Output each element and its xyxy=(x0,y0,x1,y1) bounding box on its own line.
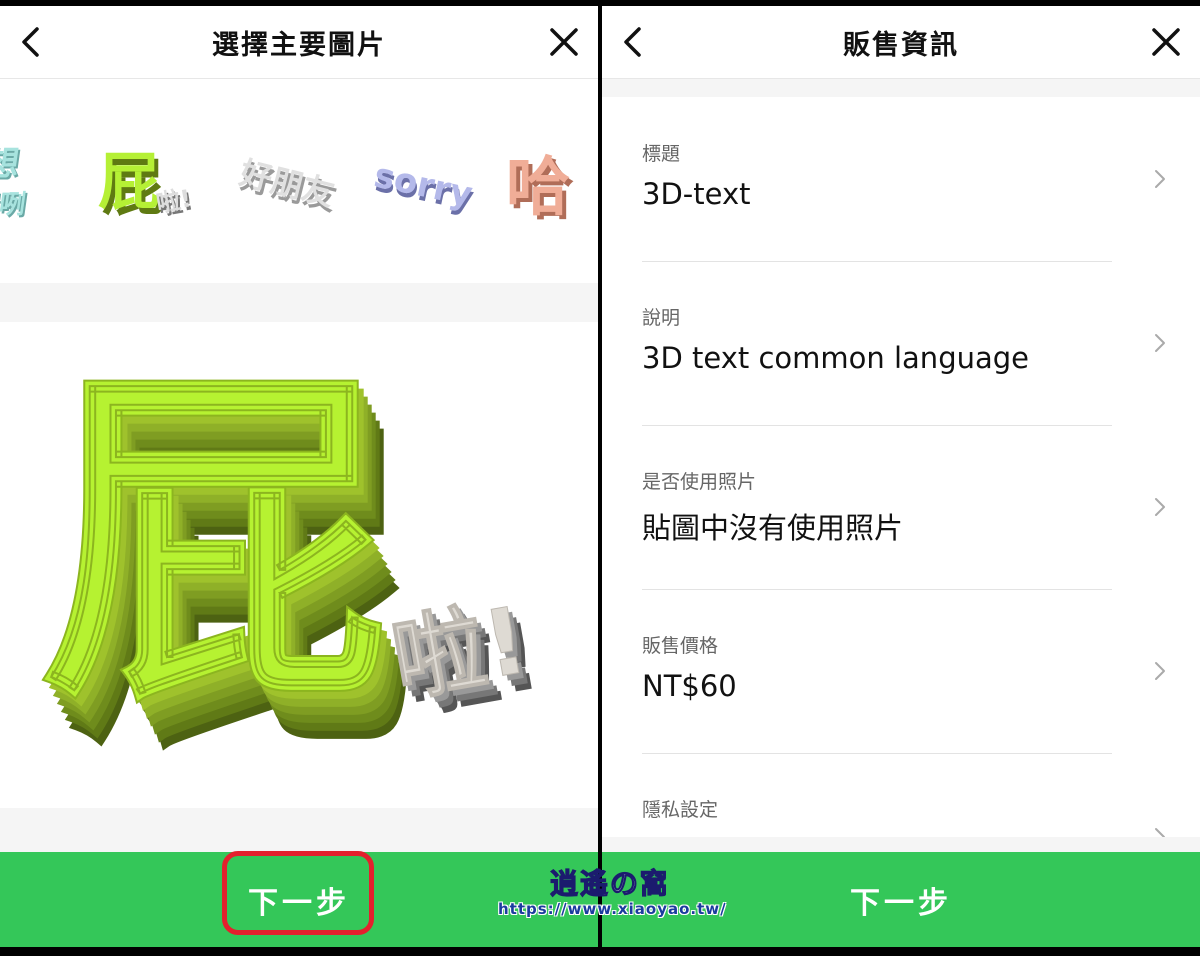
svg-text:喔咧: 喔咧 xyxy=(0,190,27,220)
chevron-right-icon xyxy=(1155,334,1165,352)
svg-text:逍遙の窩: 逍遙の窩 xyxy=(550,867,666,900)
svg-text:屁: 屁 xyxy=(40,339,390,747)
svg-text:啦!: 啦! xyxy=(154,184,193,218)
field-label: 是否使用照片 xyxy=(642,471,757,493)
chevron-right-icon xyxy=(1155,498,1165,516)
sticker-thumbnail[interactable]: sorry sorry xyxy=(372,129,482,239)
field-value: NT$60 xyxy=(642,669,737,703)
svg-text:啦!: 啦! xyxy=(385,587,536,716)
sticker-thumbnail[interactable]: 好朋友 好朋友 xyxy=(234,129,344,239)
selected-sticker-preview: 屁 屁 屁 屁 屁 屁 屁 啦! 啦! 啦! 啦! xyxy=(0,322,598,808)
sticker-thumbnail[interactable]: 想 想 喔咧 喔咧 xyxy=(0,129,66,239)
close-icon xyxy=(550,28,578,56)
chevron-right-icon xyxy=(1155,170,1165,188)
field-value: 3D text common language xyxy=(642,341,1029,375)
next-button[interactable]: 下一步 xyxy=(850,878,952,922)
list-item-photo-usage[interactable]: 是否使用照片 貼圖中沒有使用照片 xyxy=(642,425,1165,590)
sticker-thumbnail-strip: 想 想 喔咧 喔咧 屁 屁 啦! 啦! 好朋友 好朋友 sorry sorry … xyxy=(0,79,598,283)
chevron-left-icon xyxy=(624,27,641,57)
field-label: 標題 xyxy=(642,143,681,165)
select-main-image-screen: 選擇主要圖片 想 想 喔咧 喔咧 屁 屁 啦! 啦! 好朋友 好朋友 sorry… xyxy=(0,6,598,947)
list-item-title[interactable]: 標題 3D-text xyxy=(642,97,1165,262)
chevron-right-icon xyxy=(1155,662,1165,680)
svg-text:屁: 屁 xyxy=(98,145,160,218)
field-value: 3D-text xyxy=(642,177,751,211)
field-label: 販售價格 xyxy=(642,635,719,657)
close-icon xyxy=(1152,28,1180,56)
field-value: 貼圖中沒有使用照片 xyxy=(642,511,904,545)
list-item-description[interactable]: 說明 3D text common language xyxy=(642,261,1165,426)
sales-info-list: 標題 3D-text 說明 3D text common language 是否… xyxy=(602,97,1200,846)
back-button[interactable] xyxy=(12,22,52,62)
spacer xyxy=(602,837,1200,852)
sticker-thumbnail-selected[interactable]: 屁 屁 啦! 啦! xyxy=(96,129,206,239)
watermark-logo: 逍遙の窩 xyxy=(549,866,666,900)
list-item-price[interactable]: 販售價格 NT$60 xyxy=(642,589,1165,754)
page-title: 選擇主要圖片 xyxy=(212,29,386,61)
field-label: 隱私設定 xyxy=(642,799,719,821)
watermark: 逍遙の窩 https://www.xiaoyao.tw/ xyxy=(498,862,726,924)
sticker-preview-image: 屁 屁 屁 屁 屁 屁 屁 啦! 啦! 啦! 啦! xyxy=(39,338,548,795)
divider-band xyxy=(0,808,598,852)
field-label: 說明 xyxy=(642,307,681,329)
back-button[interactable] xyxy=(614,22,654,62)
close-button[interactable] xyxy=(1146,22,1186,62)
chevron-left-icon xyxy=(22,27,39,57)
spacer xyxy=(602,79,1200,97)
sticker-thumbnail[interactable]: 哈 哈 xyxy=(504,129,598,239)
sales-info-screen: 販售資訊 標題 3D-text 說明 3D text common langua… xyxy=(602,6,1200,947)
header: 選擇主要圖片 xyxy=(0,6,598,79)
divider-band xyxy=(0,283,598,322)
highlight-box xyxy=(222,851,374,935)
header: 販售資訊 xyxy=(602,6,1200,79)
page-title: 販售資訊 xyxy=(843,29,959,61)
close-button[interactable] xyxy=(544,22,584,62)
watermark-url: https://www.xiaoyao.tw/ xyxy=(498,900,727,918)
svg-text:哈: 哈 xyxy=(506,151,570,225)
